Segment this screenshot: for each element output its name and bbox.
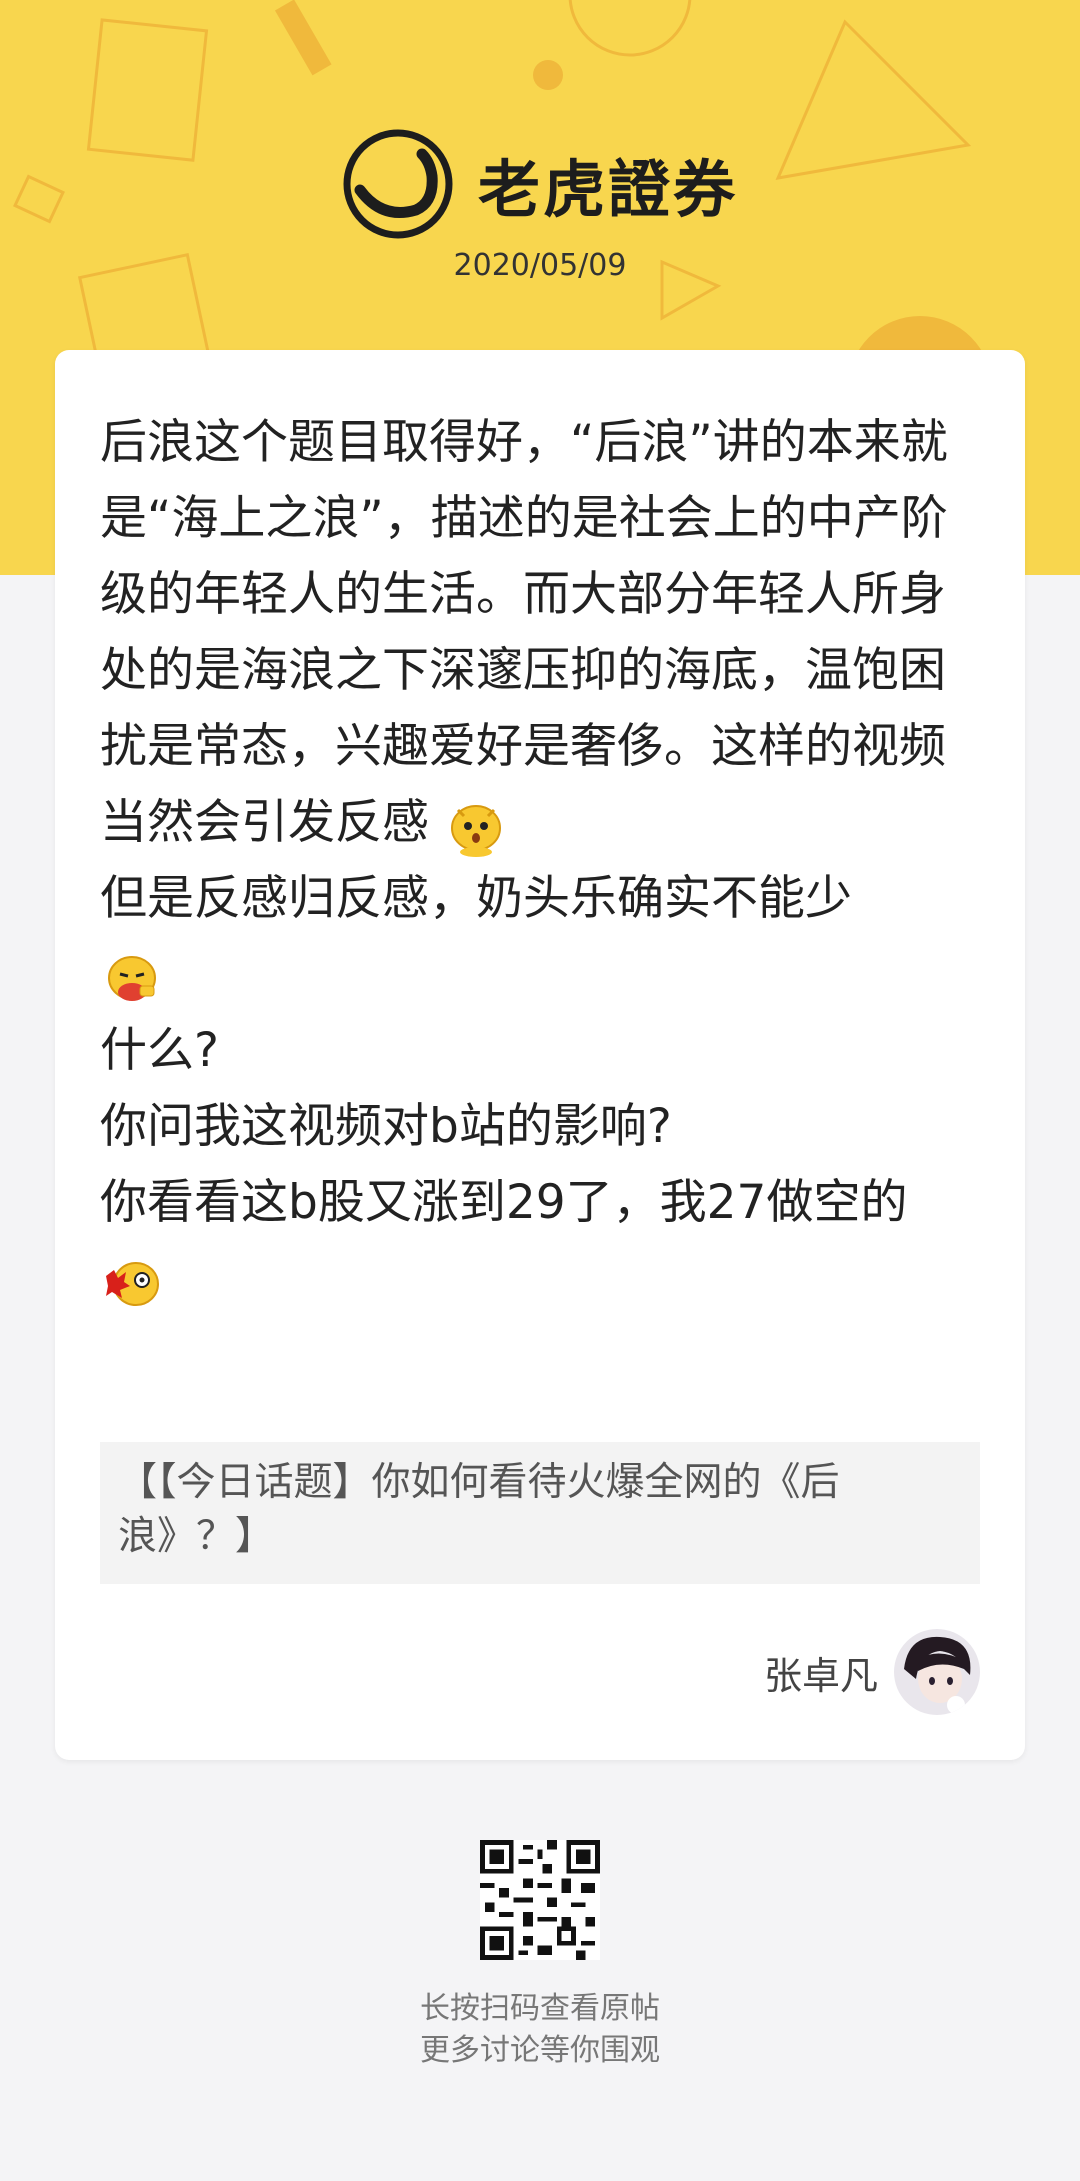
post-paragraph: 什么? bbox=[100, 1023, 219, 1078]
scan-hint-line1: 长按扫码查看原帖 bbox=[420, 1991, 660, 2026]
post-date: 2020/05/09 bbox=[453, 248, 627, 283]
tiger-shocked-emoji bbox=[450, 804, 501, 857]
brand-name: 老虎證券 bbox=[477, 153, 738, 226]
topic-link[interactable]: 【【今日话题】你如何看待火爆全网的《后浪》？】 bbox=[100, 1442, 980, 1584]
post-paragraph: 但是反感归反感，奶头乐确实不能少 bbox=[100, 861, 980, 937]
post-paragraph bbox=[100, 937, 980, 1013]
post-card: 后浪这个题目取得好，“后浪”讲的本来就是“海上之浪”，描述的是社会上的中产阶级的… bbox=[55, 350, 1025, 1760]
scan-hint-line2: 更多讨论等你围观 bbox=[420, 2033, 660, 2068]
post-text: 但是反感归反感，奶头乐确实不能少 bbox=[100, 871, 852, 926]
author-info: 张卓凡 bbox=[764, 1628, 980, 1716]
qr-code-icon bbox=[480, 1840, 600, 1960]
post-paragraph: 后浪这个题目取得好，“后浪”讲的本来就是“海上之浪”，描述的是社会上的中产阶级的… bbox=[100, 405, 980, 861]
tiger-eating-emoji bbox=[108, 955, 156, 1001]
brand-logo: 老虎證券 bbox=[0, 122, 1080, 246]
tiger-bleeding-emoji bbox=[106, 1261, 159, 1306]
scan-hint: 长按扫码查看原帖 更多讨论等你围观 bbox=[0, 1988, 1080, 2072]
tiger-stripes-icon bbox=[343, 129, 453, 239]
post-paragraph: 你看看这b股又涨到29了，我27做空的 bbox=[100, 1175, 908, 1230]
post-paragraph: 你问我这视频对b站的影响? bbox=[100, 1099, 672, 1154]
post-content: 后浪这个题目取得好，“后浪”讲的本来就是“海上之浪”，描述的是社会上的中产阶级的… bbox=[100, 405, 980, 1317]
post-paragraph bbox=[100, 1241, 980, 1317]
post-text: 后浪这个题目取得好，“后浪”讲的本来就是“海上之浪”，描述的是社会上的中产阶级的… bbox=[100, 415, 948, 850]
author-name: 张卓凡 bbox=[763, 1653, 878, 1698]
avatar bbox=[894, 1629, 980, 1715]
